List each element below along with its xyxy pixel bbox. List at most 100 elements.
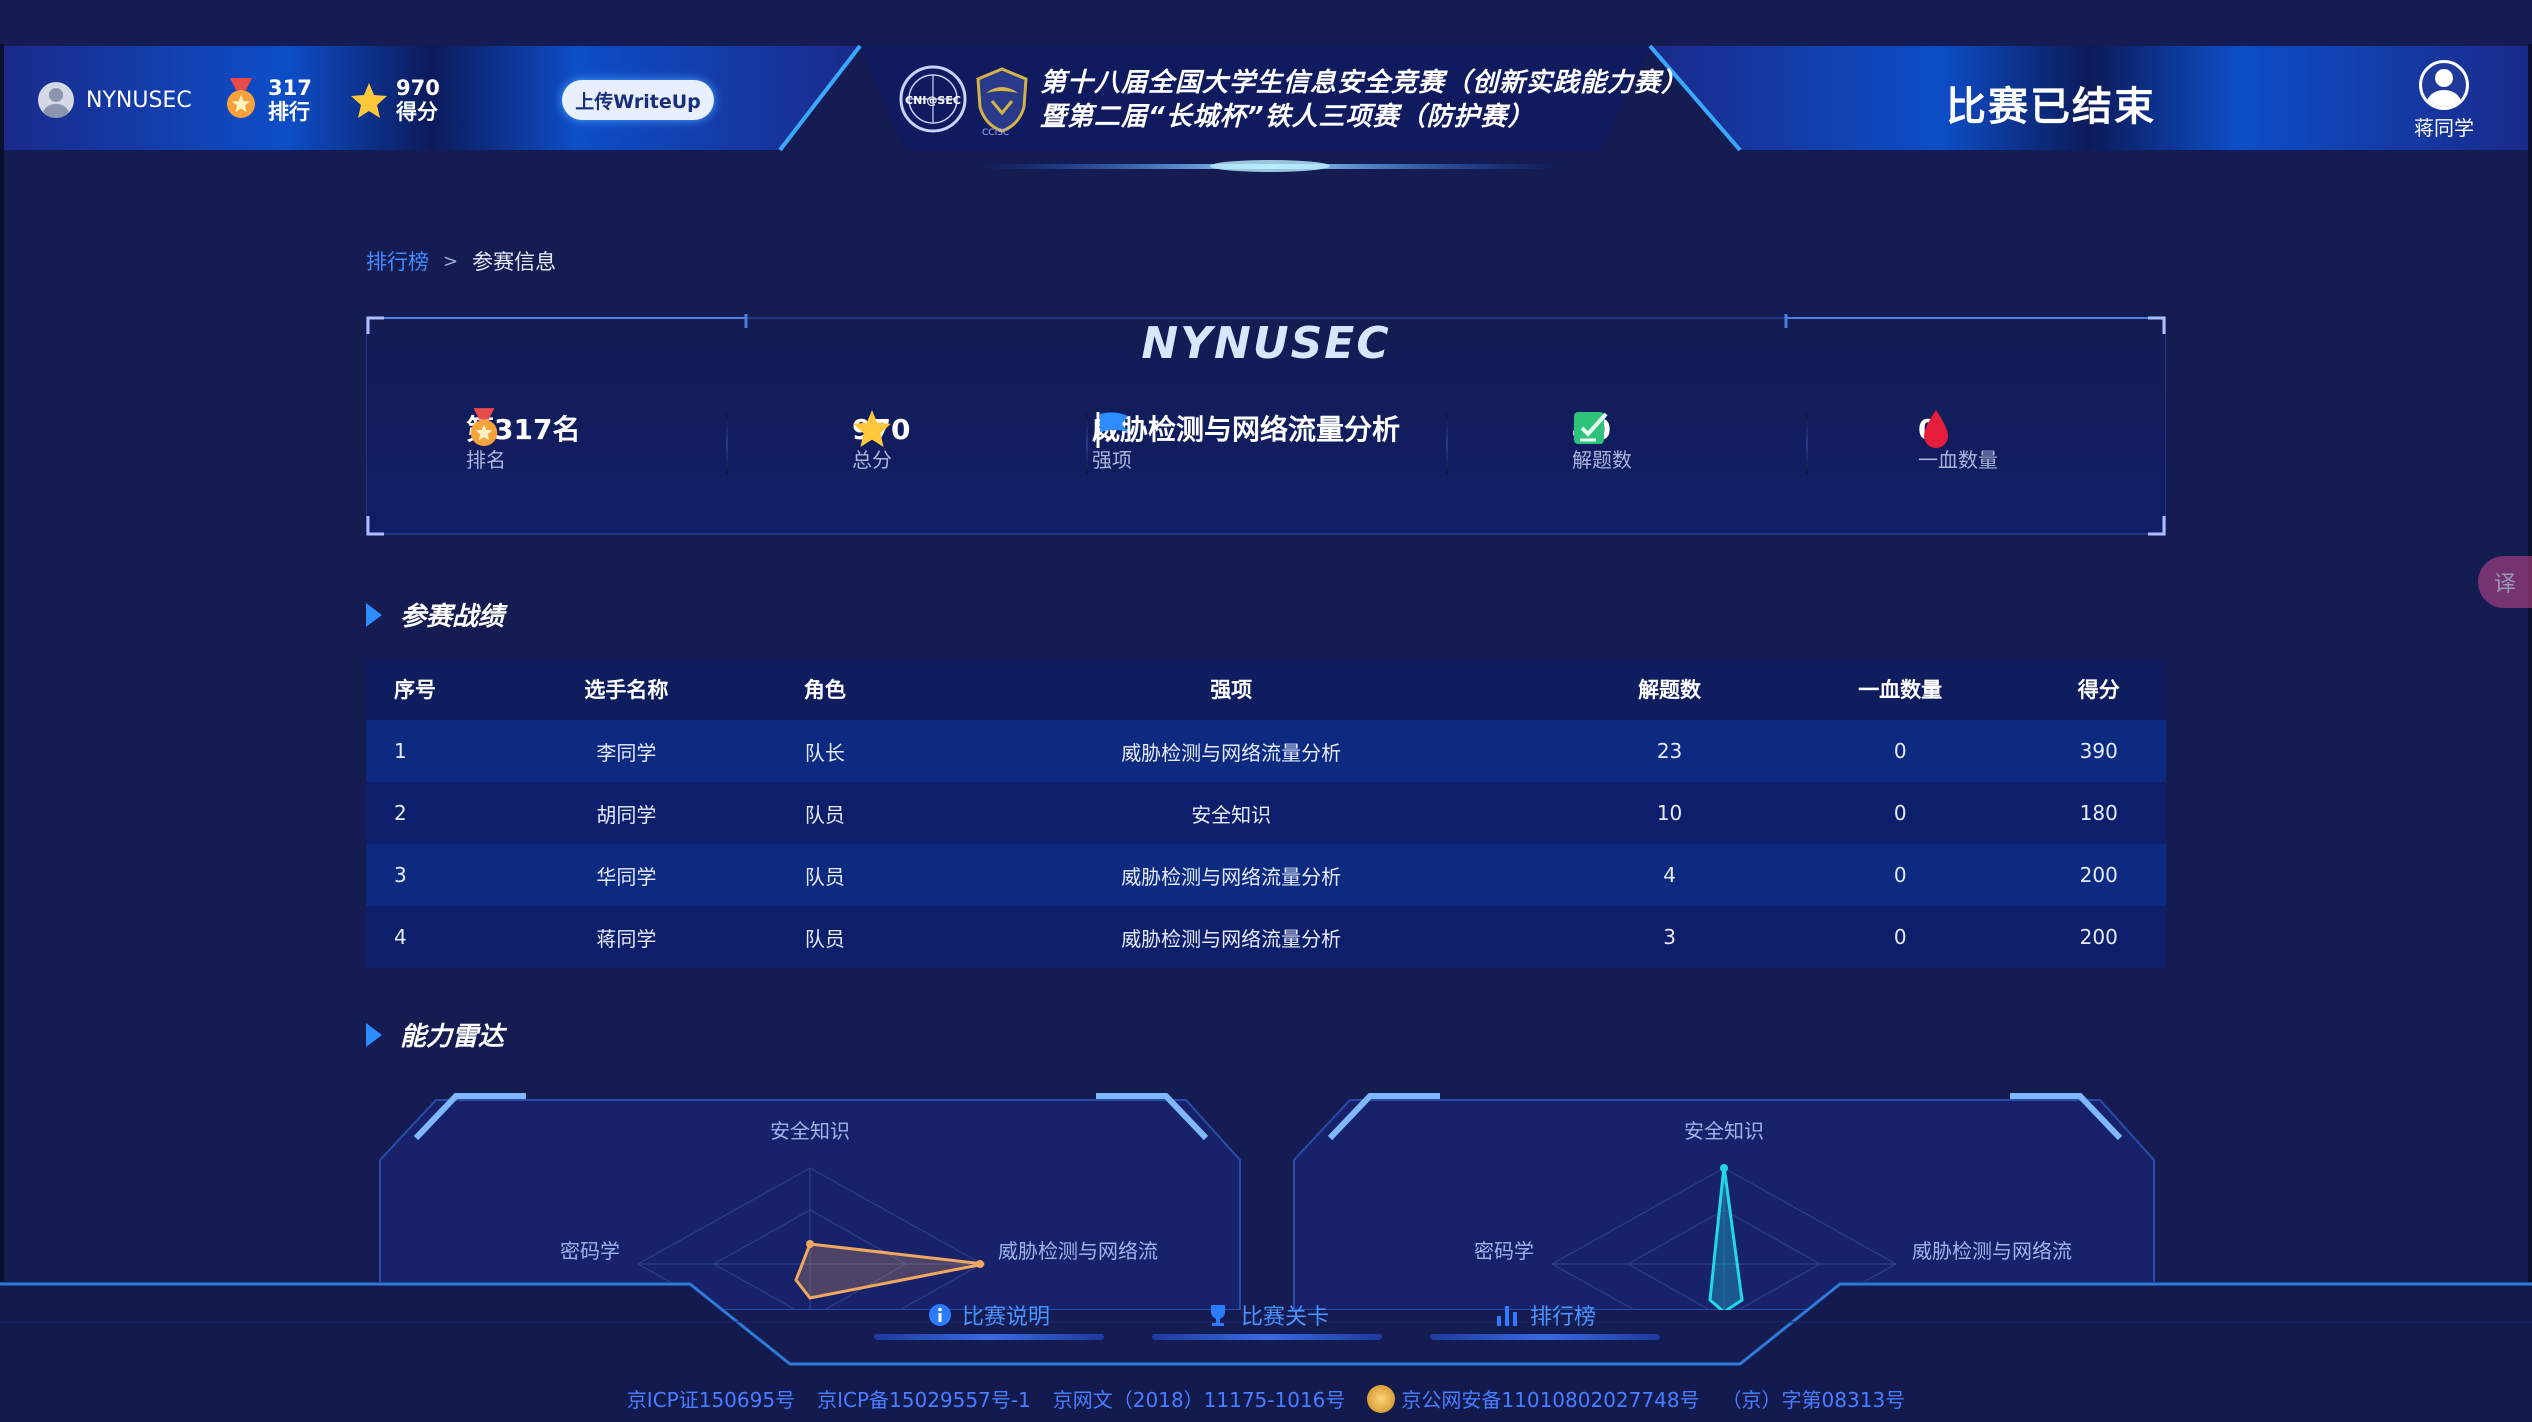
cell-index: 2 <box>366 782 495 844</box>
stat-solved: 40 解题数 <box>1572 408 1632 478</box>
footer-word-license[interactable]: （京）字第08313号 <box>1722 1384 1906 1413</box>
user-menu[interactable]: 蒋同学 <box>2404 60 2484 141</box>
nav-leaderboard[interactable]: 排行榜 <box>1430 1290 1660 1340</box>
stat-divider <box>1086 414 1088 474</box>
header-score-value: 970 <box>396 76 440 100</box>
cell-strength: 安全知识 <box>892 782 1571 844</box>
section-title-results: 参赛战绩 <box>366 596 504 633</box>
cell-solved: 10 <box>1570 782 1769 844</box>
cell-player: 华同学 <box>495 844 758 906</box>
star-icon <box>351 83 387 118</box>
team-avatar <box>38 82 74 118</box>
col-header-first-blood: 一血数量 <box>1768 658 2032 720</box>
nav-competition-info[interactable]: 比赛说明 <box>874 1290 1104 1340</box>
footer-culture-license[interactable]: 京网文（2018）11175-1016号 <box>1053 1384 1346 1413</box>
translate-float-button[interactable]: 译 <box>2478 556 2532 608</box>
radar1-axis-left: 密码学 <box>560 1239 620 1263</box>
cell-score: 200 <box>2031 844 2166 906</box>
cell-player: 蒋同学 <box>495 906 758 968</box>
stat-divider <box>1446 414 1448 474</box>
cell-player: 胡同学 <box>495 782 758 844</box>
stat-score-label: 总分 <box>852 448 892 472</box>
nav-underline <box>1430 1334 1660 1340</box>
nav-competition-levels[interactable]: 比赛关卡 <box>1152 1290 1382 1340</box>
header-score-label: 得分 <box>396 100 438 124</box>
flag-icon <box>1096 412 1128 448</box>
footer-police-text[interactable]: 京公网安备11010802027748号 <box>1401 1384 1699 1413</box>
footer-icp-record[interactable]: 京ICP备15029557号-1 <box>817 1384 1031 1413</box>
translate-icon: 译 <box>2493 572 2516 597</box>
table-row: 1 李同学 队长 威胁检测与网络流量分析 23 0 390 <box>366 720 2166 782</box>
user-avatar-icon[interactable] <box>2419 60 2469 110</box>
star-icon <box>853 410 891 447</box>
cell-strength: 威胁检测与网络流量分析 <box>892 906 1571 968</box>
cell-first-blood: 0 <box>1768 844 2032 906</box>
chevron-right-icon: > <box>443 250 459 272</box>
footer-police-record[interactable]: 京公网安备11010802027748号 <box>1367 1384 1700 1413</box>
radar2-axis-right: 威胁检测与网络流 <box>1912 1239 2072 1263</box>
stat-strength-label: 强项 <box>1092 448 1132 472</box>
nav-leaderboard-label[interactable]: 排行榜 <box>1530 1299 1596 1331</box>
header-score: 970 得分 <box>350 76 440 124</box>
nav-competition-levels-label[interactable]: 比赛关卡 <box>1241 1299 1329 1331</box>
section-radar-label: 能力雷达 <box>400 1022 505 1052</box>
stat-strength: 威胁检测与网络流量分析 强项 <box>1092 408 1400 478</box>
table-header-row: 序号 选手名称 角色 强项 解题数 一血数量 得分 <box>366 658 2166 720</box>
cell-strength: 威胁检测与网络流量分析 <box>892 720 1571 782</box>
bar-chart-icon <box>1496 1306 1517 1326</box>
competition-title-line2: 暨第二届“长城杯”铁人三项赛（防护赛） <box>1040 102 1535 132</box>
cell-role: 队员 <box>757 906 893 968</box>
nav-underline <box>874 1334 1104 1340</box>
stat-divider <box>726 414 728 474</box>
cell-index: 3 <box>366 844 495 906</box>
stat-rank-label: 排名 <box>466 448 506 472</box>
col-header-solved: 解题数 <box>1570 658 1769 720</box>
competition-status: 比赛已结束 <box>1946 84 2156 130</box>
cell-solved: 4 <box>1570 844 1769 906</box>
stat-divider <box>1806 414 1808 474</box>
cell-first-blood: 0 <box>1768 782 2032 844</box>
radar2-axis-left: 密码学 <box>1474 1239 1534 1263</box>
cell-role: 队长 <box>757 720 893 782</box>
ability-radar-member: 安全知识 密码学 威胁检测与网络流 <box>1293 1093 2155 1310</box>
cell-solved: 3 <box>1570 906 1769 968</box>
cell-player: 李同学 <box>495 720 758 782</box>
user-name[interactable]: 蒋同学 <box>2414 116 2474 140</box>
nav-competition-info-label[interactable]: 比赛说明 <box>962 1299 1050 1331</box>
breadcrumb-current: 参赛信息 <box>472 250 557 274</box>
medal-icon <box>227 78 255 118</box>
police-badge-icon <box>1367 1384 1396 1413</box>
header-team: NYNUSEC <box>38 80 192 120</box>
cell-first-blood: 0 <box>1768 906 2032 968</box>
header-team-name: NYNUSEC <box>86 87 192 113</box>
table-row: 3 华同学 队员 威胁检测与网络流量分析 4 0 200 <box>366 844 2166 906</box>
team-summary-card: NYNUSEC 第317名 排名 970 总分 威胁检测与网络流量分析 强项 <box>366 314 2166 536</box>
col-header-index: 序号 <box>366 658 495 720</box>
cell-solved: 23 <box>1570 720 1769 782</box>
section-results-label: 参赛战绩 <box>400 602 505 632</box>
col-header-score: 得分 <box>2031 658 2166 720</box>
solved-icon <box>1574 412 1608 444</box>
competition-title-line1: 第十八届全国大学生信息安全竞赛（创新实践能力赛） <box>1040 68 1689 98</box>
stat-rank: 第317名 排名 <box>466 408 580 478</box>
cell-strength: 威胁检测与网络流量分析 <box>892 844 1571 906</box>
stat-first-blood: 0 一血数量 <box>1918 408 1998 478</box>
nav-underline <box>1152 1334 1382 1340</box>
competition-title: 第十八届全国大学生信息安全竞赛（创新实践能力赛） 暨第二届“长城杯”铁人三项赛（… <box>1040 66 1688 134</box>
cell-score: 200 <box>2031 906 2166 968</box>
cell-role: 队员 <box>757 844 893 906</box>
blood-drop-icon <box>1924 410 1948 448</box>
cell-index: 1 <box>366 720 495 782</box>
radar2-axis-top: 安全知识 <box>1684 1119 1764 1143</box>
col-header-player: 选手名称 <box>495 658 758 720</box>
footer-icp-license[interactable]: 京ICP证150695号 <box>627 1384 795 1413</box>
upload-writeup-button[interactable]: 上传WriteUp <box>562 80 714 120</box>
cell-index: 4 <box>366 906 495 968</box>
breadcrumb-leaderboard-link[interactable]: 排行榜 <box>366 246 429 276</box>
cell-score: 180 <box>2031 782 2166 844</box>
top-header: NYNUSEC 317 排行 970 得分 上传WriteUp CNI@SEC <box>0 0 2532 172</box>
radar1-axis-right: 威胁检测与网络流 <box>998 1239 1158 1263</box>
logo2-caption: CCISC <box>982 128 1010 138</box>
ccisc-shield-logo <box>976 67 1028 133</box>
cell-score: 390 <box>2031 720 2166 782</box>
